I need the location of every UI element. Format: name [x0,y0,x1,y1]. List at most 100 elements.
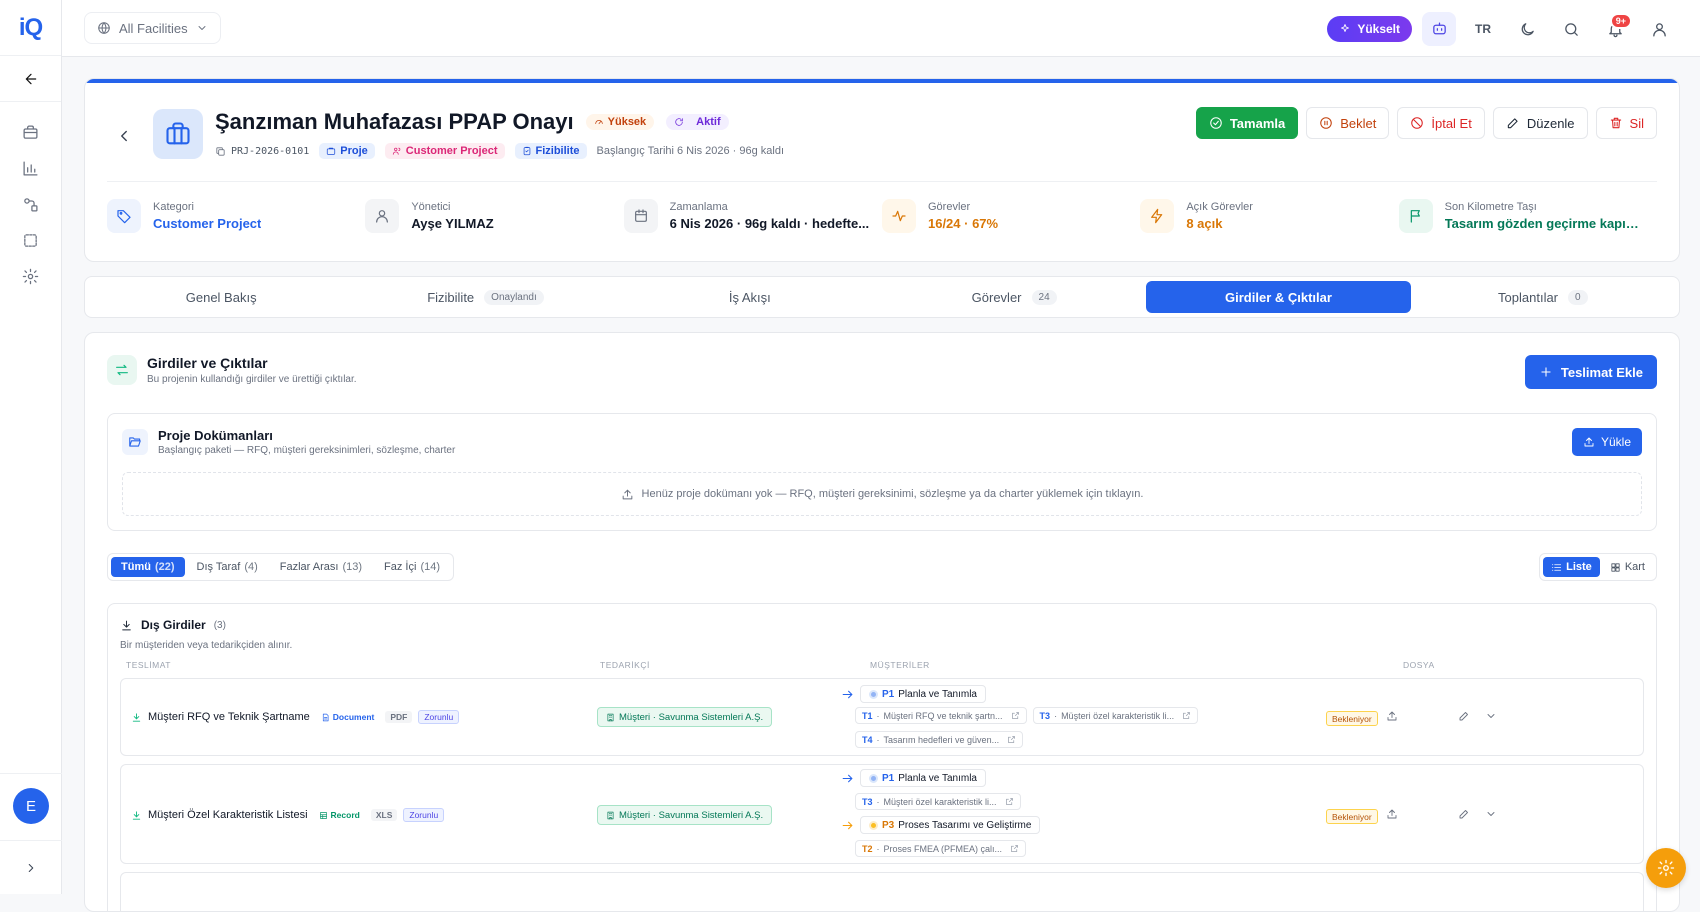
view-toggle: Liste Kart [1539,553,1657,581]
filter-cross-phase-label: Fazlar Arası [279,561,339,573]
task-chip[interactable]: T4 · Tasarım hedefleri ve güven... [855,731,1024,748]
sidebar-item-selection[interactable] [0,222,61,258]
profile-button[interactable] [1642,12,1676,46]
type-badge: Document [316,711,380,723]
pencil-icon [1507,118,1518,129]
tag-customer: Customer Project [384,143,505,159]
task-chip[interactable]: T2 · Proses FMEA (PFMEA) çalı... [855,840,1027,857]
refresh-icon [675,118,683,126]
phase-chip[interactable]: P3 Proses Tasarımı ve Geliştirme [860,816,1041,834]
upload-button[interactable]: Yükle [1571,428,1642,456]
notification-badge: 9+ [1609,13,1632,29]
start-info: Başlangıç Tarihi 6 Nis 2026 · 96g kaldı [596,145,785,157]
status-badge-waiting: Bekleniyor [1326,809,1378,824]
stat-open-tasks: Açık Görevler 8 açık [1140,199,1398,233]
tab-overview[interactable]: Genel Bakış [89,281,353,313]
sidebar-item-projects[interactable] [0,114,61,150]
phase-chip[interactable]: P1 Planla ve Tanımla [860,685,986,703]
notifications-button[interactable]: 9+ [1598,12,1632,46]
phase-name: Planla ve Tanımla [898,688,977,700]
tag-icon [107,199,141,233]
trash-icon [1610,117,1621,129]
chevron-down-icon [1487,714,1495,718]
table-row[interactable] [120,872,1644,911]
user-avatar[interactable]: E [13,788,49,824]
tab-tasks[interactable]: Görevler 24 [882,281,1146,313]
type-label: Document [332,712,375,722]
tab-meetings-label: Toplantılar [1498,289,1559,305]
cancel-project-button[interactable]: İptal Et [1397,107,1485,139]
copy-icon [216,146,225,156]
briefcase-icon [166,122,190,145]
language-label: TR [1475,22,1491,36]
upload-file-button[interactable] [1386,710,1398,722]
tab-meetings[interactable]: Toplantılar 0 [1411,281,1675,313]
filter-in-phase-label: Faz İçi [384,561,417,573]
add-deliverable-button[interactable]: Teslimat Ekle [1524,355,1657,389]
app-logo[interactable]: iQ [0,0,61,56]
tab-workflow[interactable]: İş Akışı [618,281,882,313]
status-label: Aktif [696,116,721,128]
external-inputs-subtitle: Bir müşteriden veya tedarikçiden alınır. [120,640,293,651]
upload-icon [1387,711,1397,721]
back-to-projects-button[interactable] [115,127,133,145]
phase-dot [869,820,878,830]
view-list-button[interactable]: Liste [1543,557,1600,577]
task-chip[interactable]: T3 · Müşteri özel karakteristik li... [1032,707,1199,724]
settings-fab[interactable] [1646,848,1686,888]
upload-icon [1584,437,1594,447]
task-name: Müşteri özel karakteristik li... [1061,710,1175,721]
edit-row-button[interactable] [1458,808,1470,820]
filter-cross-phase[interactable]: Fazlar Arası (13) [270,557,372,577]
plus-icon [1541,367,1551,377]
theme-toggle[interactable] [1510,12,1544,46]
filter-external-label: Dış Taraf [196,561,241,573]
filter-external[interactable]: Dış Taraf (4) [187,557,268,577]
external-link-icon [1011,845,1018,852]
inputs-outputs-panel: Girdiler ve Çıktılar Bu projenin kulland… [84,332,1680,912]
view-card-button[interactable]: Kart [1602,557,1653,577]
tab-feasibility[interactable]: Fizibilite Onaylandı [353,281,617,313]
table-row[interactable]: Müşteri Özel Karakteristik Listesi Recor… [120,764,1644,864]
edit-row-button[interactable] [1458,710,1470,722]
external-link-icon [1005,798,1013,805]
building-icon [607,811,614,819]
flag-icon [1398,199,1433,233]
sidebar-item-workflows[interactable] [0,186,61,222]
edit-button[interactable]: Düzenle [1492,107,1588,139]
upgrade-button[interactable]: Yükselt [1327,16,1412,42]
table-row[interactable]: Müşteri RFQ ve Teknik Şartname Document … [120,678,1644,756]
task-chip[interactable]: T1 · Müşteri RFQ ve teknik şartn... [855,707,1027,724]
expand-sidebar-button[interactable] [0,840,62,894]
sidebar-item-settings[interactable] [0,258,61,294]
tab-feasibility-badge: Onaylandı [484,289,544,305]
delete-button[interactable]: Sil [1595,107,1657,139]
phase-chip[interactable]: P1 Planla ve Tanımla [860,769,986,787]
filter-in-phase[interactable]: Faz İçi (14) [374,557,450,577]
assistant-button[interactable] [1422,12,1456,46]
facility-selector[interactable]: All Facilities [84,12,221,44]
expand-row-button[interactable] [1485,808,1497,820]
complete-button[interactable]: Tamamla [1195,107,1299,139]
search-button[interactable] [1554,12,1588,46]
task-code: T3 [1039,710,1051,721]
task-chip[interactable]: T3 · Müşteri özel karakteristik li... [855,793,1021,810]
shapes-icon [24,197,38,212]
delete-label: Sil [1629,115,1644,131]
stat-category-label: Kategori [153,201,194,213]
expand-row-button[interactable] [1485,710,1497,722]
priority-badge: Yüksek [585,114,655,130]
filter-all[interactable]: Tümü (22) [111,557,185,577]
project-code[interactable]: PRJ-2026-0101 [215,146,309,157]
document-dropzone[interactable]: Henüz proje dokümanı yok — RFQ, müşteri … [122,472,1642,516]
back-button[interactable] [0,56,61,102]
language-selector[interactable]: TR [1466,12,1500,46]
tab-inputs-outputs[interactable]: Girdiler & Çıktılar [1146,281,1411,313]
upload-file-button[interactable] [1386,808,1398,820]
col-customers: MÜŞTERİLER [870,660,930,670]
check-circle-icon [1210,117,1222,129]
external-link-icon [1008,736,1015,743]
hold-button[interactable]: Beklet [1306,107,1390,139]
bar-chart-icon [23,160,38,176]
sidebar-item-reports[interactable] [0,150,61,186]
